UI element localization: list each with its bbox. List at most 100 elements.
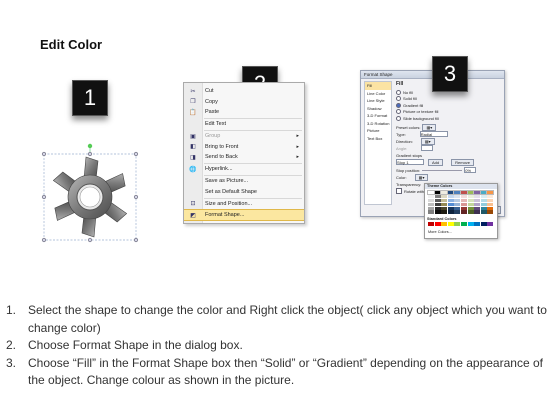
color-swatch[interactable] xyxy=(467,206,474,210)
color-swatch[interactable] xyxy=(434,202,441,206)
color-swatch[interactable] xyxy=(434,210,441,214)
color-swatch[interactable] xyxy=(487,210,494,214)
color-swatch[interactable] xyxy=(460,198,467,203)
color-swatch[interactable] xyxy=(428,198,434,203)
standard-color-swatch[interactable] xyxy=(441,222,448,226)
color-swatch[interactable] xyxy=(480,210,487,214)
menu-item-paste[interactable]: 📋 Paste xyxy=(184,107,304,117)
color-swatch[interactable] xyxy=(447,210,454,214)
radio-button[interactable] xyxy=(396,109,401,114)
color-swatch[interactable] xyxy=(447,206,454,210)
menu-item-group[interactable]: ▣ Group ▸ xyxy=(184,131,304,141)
sidebar-item-picture[interactable]: Picture xyxy=(365,127,391,135)
color-swatch[interactable] xyxy=(454,210,461,214)
color-swatch[interactable] xyxy=(460,202,467,206)
color-swatch[interactable] xyxy=(487,202,494,206)
menu-item-format-shape[interactable]: ◩ Format Shape... xyxy=(184,209,304,221)
gear-shape-selection[interactable] xyxy=(40,140,140,245)
direction-button[interactable]: ▦▾ xyxy=(420,137,435,145)
fill-option-picture-or-texture-fill[interactable]: Picture or texture fill xyxy=(396,109,438,115)
radio-button[interactable] xyxy=(396,89,401,95)
sidebar-item-text-box[interactable]: Text Box xyxy=(365,135,391,143)
color-swatch[interactable] xyxy=(460,206,467,210)
color-swatch[interactable] xyxy=(454,198,461,203)
stop-position-slider[interactable] xyxy=(422,169,463,171)
color-swatch[interactable] xyxy=(441,206,448,210)
remove-stop-button[interactable]: Remove xyxy=(451,158,475,166)
color-swatch[interactable] xyxy=(473,189,482,196)
color-swatch[interactable] xyxy=(427,189,435,196)
color-swatch[interactable] xyxy=(466,189,475,196)
color-swatch[interactable] xyxy=(474,206,481,210)
color-swatch[interactable] xyxy=(480,206,487,210)
color-swatch[interactable] xyxy=(447,202,454,206)
rotate-handle[interactable] xyxy=(87,143,93,149)
menu-item-save-as-picture[interactable]: Save as Picture... xyxy=(184,176,304,186)
standard-color-swatch[interactable] xyxy=(447,222,454,226)
color-swatch[interactable] xyxy=(474,210,481,214)
color-swatch[interactable] xyxy=(474,198,481,203)
standard-color-swatch[interactable] xyxy=(467,222,474,226)
color-swatch[interactable] xyxy=(460,194,467,199)
menu-item-send-to-back[interactable]: ◨ Send to Back ▸ xyxy=(184,152,304,162)
more-colors-link[interactable]: More Colors... xyxy=(428,230,452,234)
color-swatch[interactable] xyxy=(474,194,481,199)
angle-field[interactable] xyxy=(421,145,434,151)
type-select[interactable]: Radial xyxy=(419,131,448,137)
color-swatch[interactable] xyxy=(447,194,454,199)
standard-color-swatch[interactable] xyxy=(460,222,467,226)
stop-position-field[interactable]: 0% xyxy=(464,167,477,173)
standard-color-swatch[interactable] xyxy=(480,222,487,226)
color-swatch[interactable] xyxy=(480,194,487,199)
color-swatch[interactable] xyxy=(480,202,487,206)
color-swatch[interactable] xyxy=(441,202,448,206)
menu-item-edit-text[interactable]: Edit Text xyxy=(184,119,304,129)
sidebar-item-3-d-rotation[interactable]: 3-D Rotation xyxy=(365,120,391,128)
radio-button[interactable] xyxy=(396,102,401,108)
standard-color-swatch[interactable] xyxy=(434,222,441,226)
color-swatch[interactable] xyxy=(428,194,434,199)
sidebar-item-line-color[interactable]: Line Color xyxy=(365,90,391,98)
color-swatch[interactable] xyxy=(467,198,474,203)
menu-item-set-as-default-shape[interactable]: Set as Default Shape xyxy=(184,187,304,197)
color-swatch[interactable] xyxy=(467,194,474,199)
color-swatch[interactable] xyxy=(487,206,494,210)
color-swatch[interactable] xyxy=(441,210,448,214)
preset-colors-button[interactable]: ▦▾ xyxy=(422,123,437,131)
fill-option-no-fill[interactable]: No fill xyxy=(396,89,413,95)
color-swatch[interactable] xyxy=(460,210,467,214)
color-swatch[interactable] xyxy=(441,194,448,199)
menu-item-size-and-position[interactable]: ⊡ Size and Position... xyxy=(184,199,304,209)
color-swatch[interactable] xyxy=(487,194,494,199)
sidebar-item-fill[interactable]: Fill xyxy=(365,82,391,90)
color-swatch[interactable] xyxy=(428,206,434,210)
color-swatch[interactable] xyxy=(440,189,449,196)
sidebar-item-shadow[interactable]: Shadow xyxy=(365,105,391,113)
color-swatch[interactable] xyxy=(453,189,462,196)
standard-color-swatch[interactable] xyxy=(474,222,481,226)
color-swatch[interactable] xyxy=(447,198,454,203)
color-swatch[interactable] xyxy=(454,206,461,210)
standard-color-swatch[interactable] xyxy=(487,222,494,226)
color-swatch[interactable] xyxy=(459,189,468,196)
color-swatch[interactable] xyxy=(441,198,448,203)
color-swatch[interactable] xyxy=(486,189,495,196)
color-swatch[interactable] xyxy=(454,194,461,199)
color-swatch[interactable] xyxy=(479,189,488,196)
color-swatch[interactable] xyxy=(433,189,442,196)
color-picker-button[interactable]: ▦▾ xyxy=(414,173,429,181)
color-swatch[interactable] xyxy=(434,206,441,210)
menu-item-hyperlink[interactable]: 🌐 Hyperlink... xyxy=(184,164,304,174)
color-swatch[interactable] xyxy=(454,202,461,206)
standard-color-swatch[interactable] xyxy=(428,222,434,226)
add-stop-button[interactable]: Add xyxy=(428,158,444,166)
fill-option-gradient-fill[interactable]: Gradient fill xyxy=(396,102,423,108)
color-swatch[interactable] xyxy=(467,202,474,206)
color-swatch[interactable] xyxy=(480,198,487,203)
color-swatch[interactable] xyxy=(434,198,441,203)
color-swatch[interactable] xyxy=(487,198,494,203)
standard-color-swatch[interactable] xyxy=(454,222,461,226)
radio-button[interactable] xyxy=(396,96,401,101)
color-swatch[interactable] xyxy=(434,194,441,199)
color-swatch[interactable] xyxy=(467,210,474,214)
